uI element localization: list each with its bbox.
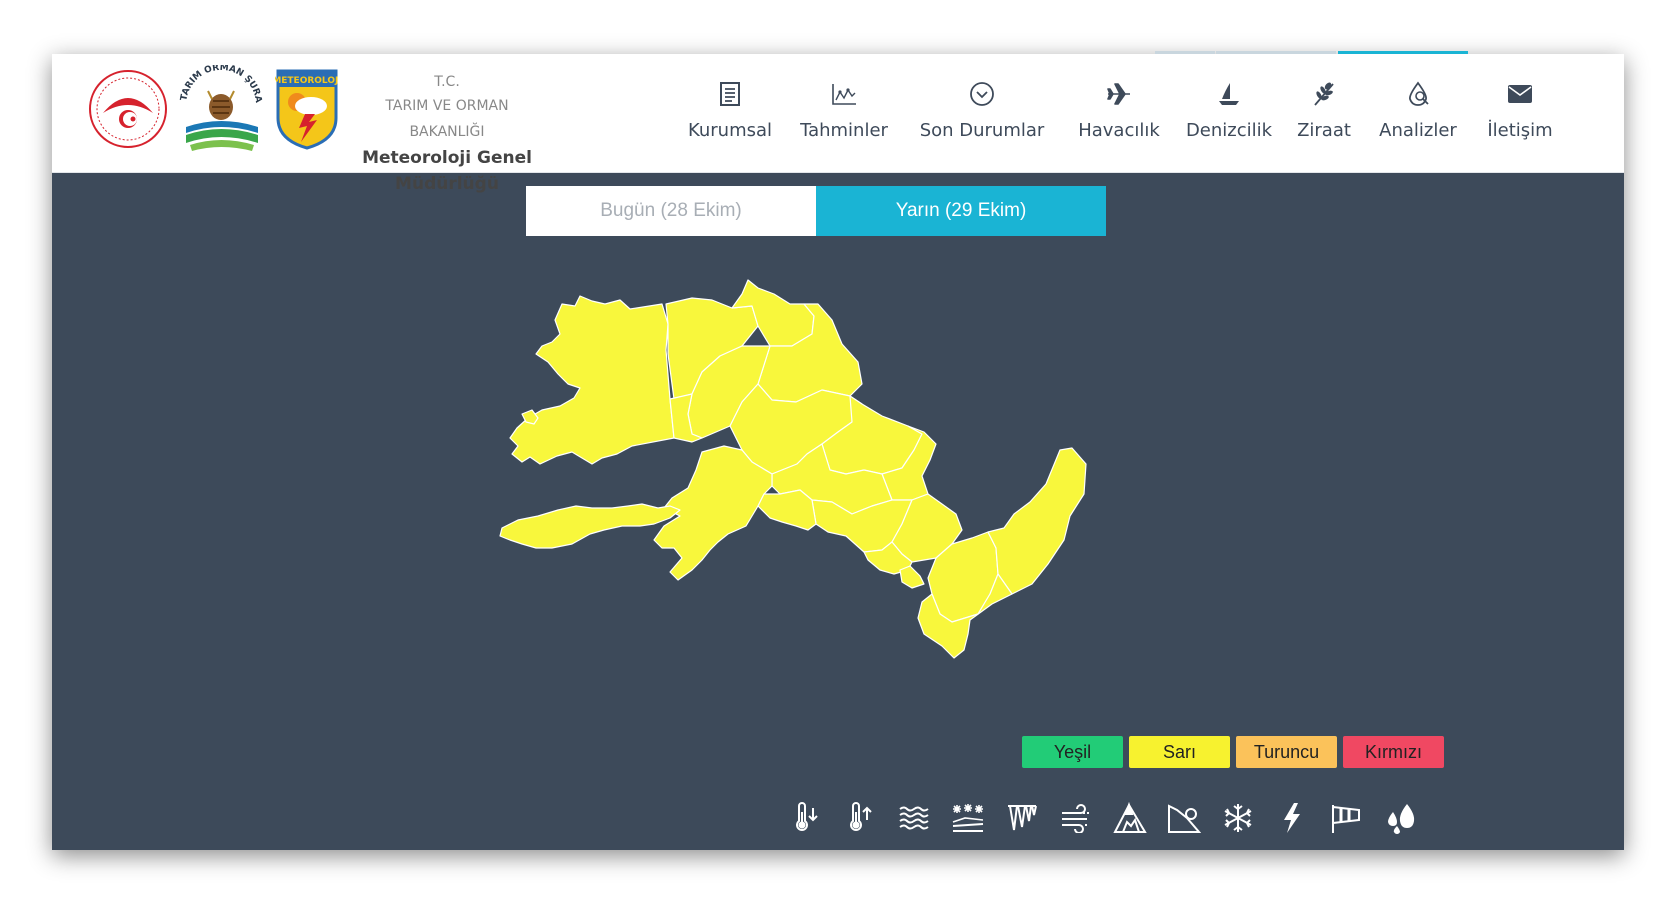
legend-yellow: Sarı xyxy=(1129,736,1230,768)
snow-icon[interactable] xyxy=(1216,796,1260,840)
map-region[interactable] xyxy=(509,295,675,465)
map-region[interactable] xyxy=(899,565,925,589)
icing-icon[interactable] xyxy=(1000,796,1044,840)
cold-temperature-icon[interactable] xyxy=(784,796,828,840)
legend-label: Kırmızı xyxy=(1365,741,1422,762)
map-region[interactable] xyxy=(757,489,817,531)
hot-temperature-icon[interactable] xyxy=(838,796,882,840)
landslide-icon[interactable] xyxy=(1162,796,1206,840)
legend-label: Turuncu xyxy=(1253,741,1320,762)
rain-icon[interactable] xyxy=(1378,796,1422,840)
snow-ice-icon[interactable] xyxy=(946,796,990,840)
map-region[interactable] xyxy=(987,447,1087,595)
thunderstorm-icon[interactable] xyxy=(1270,796,1314,840)
province-map xyxy=(499,279,1087,659)
legend-label: Sarı xyxy=(1162,741,1196,762)
fog-icon[interactable] xyxy=(892,796,936,840)
legend-label: Yeşil xyxy=(1053,741,1092,762)
legend-red: Kırmızı xyxy=(1343,736,1444,768)
map-region[interactable] xyxy=(499,503,681,549)
legend-orange: Turuncu xyxy=(1236,736,1337,768)
strong-wind-icon[interactable] xyxy=(1324,796,1368,840)
warning-map xyxy=(499,279,1087,659)
wind-icon[interactable] xyxy=(1054,796,1098,840)
legend-green: Yeşil xyxy=(1022,736,1123,768)
page-frame: TARIM ORMAN ŞURASI METEOROLOJİ xyxy=(52,51,1624,850)
avalanche-icon[interactable] xyxy=(1108,796,1152,840)
